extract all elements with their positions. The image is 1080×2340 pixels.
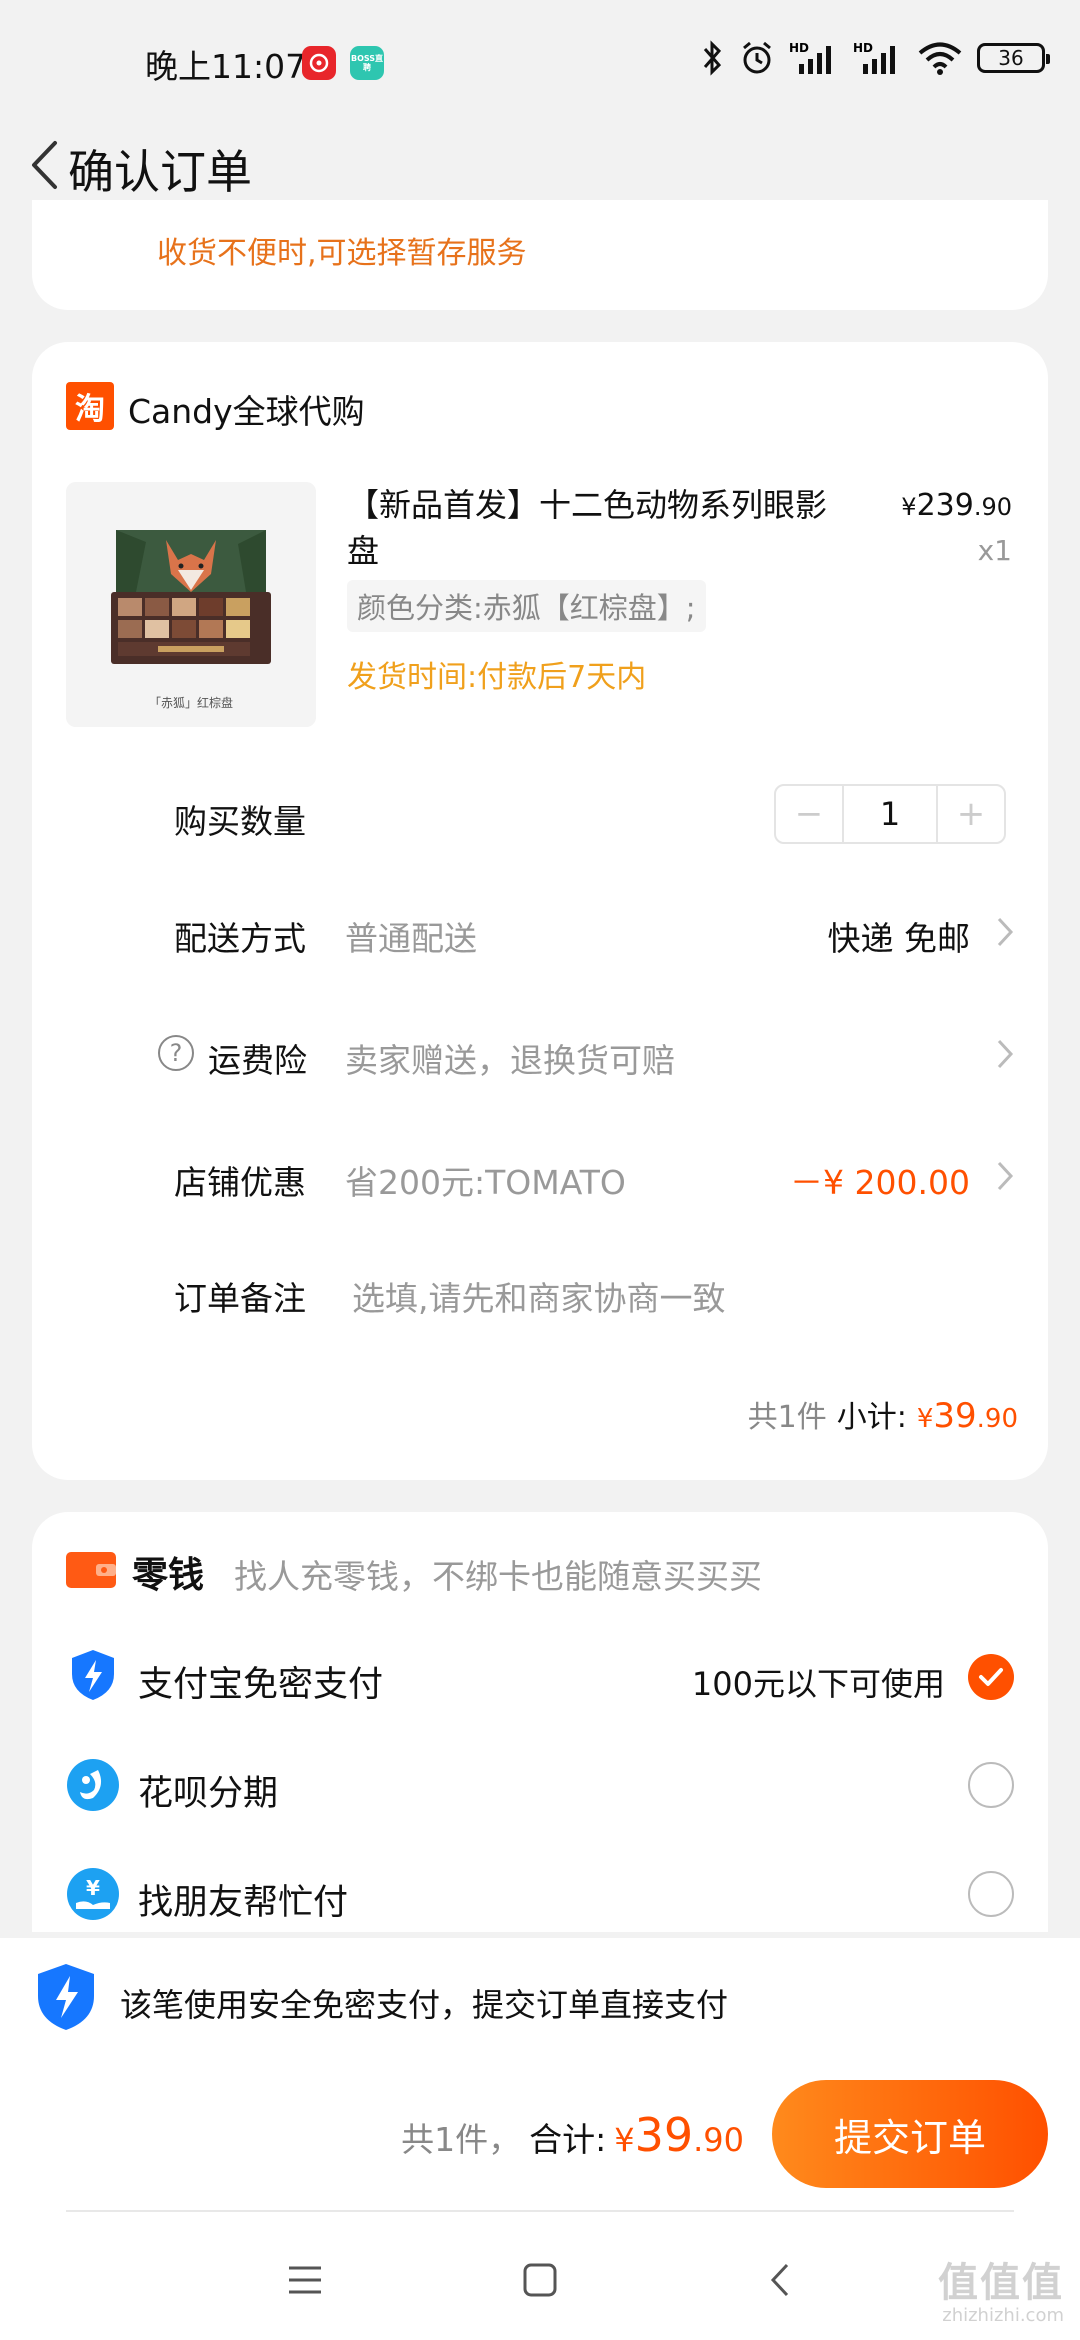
stepper-value[interactable]: 1	[842, 786, 938, 842]
delivery-method[interactable]: 快递 免邮	[828, 912, 971, 960]
total-area: 共1件， 合计: ¥39.90	[401, 2108, 744, 2162]
svg-text:¥: ¥	[86, 1876, 100, 1900]
battery-icon: 36	[977, 43, 1050, 73]
insurance-label: 运费险	[208, 1041, 307, 1080]
alarm-icon	[743, 41, 771, 74]
subtotal-price: ¥39.90	[916, 1396, 1018, 1436]
menu-icon[interactable]	[275, 2250, 335, 2310]
huabei-icon	[67, 1759, 119, 1811]
remark-input[interactable]: 选填,请先和商家协商一致	[352, 1272, 726, 1320]
signal-hd-2-icon: HD	[853, 41, 895, 74]
alipay-shield-icon	[72, 1650, 114, 1700]
status-bar: 晚上11:07 BOSS直聘 HD HD 36	[0, 0, 1080, 128]
insurance-value: 卖家赠送，退换货可赔	[345, 1041, 675, 1080]
divider	[66, 2210, 1014, 2212]
netease-music-icon	[302, 46, 336, 80]
chevron-right-icon[interactable]	[990, 912, 1020, 952]
bluetooth-icon	[703, 40, 722, 76]
pay-option-alipay-note: 100元以下可使用	[691, 1665, 945, 1703]
product-title[interactable]: 【新品首发】十二色动物系列眼影盘	[347, 482, 847, 574]
pay-option-huabei-label[interactable]: 花呗分期	[138, 1765, 278, 1816]
wallet-label[interactable]: 零钱	[132, 1546, 204, 1598]
product-image[interactable]: 「赤狐」红棕盘	[66, 482, 316, 727]
total-price: ¥39.90	[614, 2108, 744, 2162]
battery-level: 36	[998, 46, 1024, 70]
wallet-desc[interactable]: 找人充零钱，不绑卡也能随意买买买	[234, 1550, 762, 1598]
stepper-minus-button[interactable]: −	[776, 786, 842, 842]
subtotal-count: 共1件	[747, 1400, 827, 1435]
chevron-right-icon[interactable]	[990, 1156, 1020, 1196]
pay-option-huabei-radio[interactable]	[968, 1762, 1014, 1808]
total-count: 共1件，	[401, 2120, 522, 2159]
quantity-stepper[interactable]: − 1 +	[774, 784, 1006, 844]
pay-option-alipay-label[interactable]: 支付宝免密支付	[138, 1656, 383, 1707]
product-image-caption: 「赤狐」红棕盘	[148, 696, 233, 710]
delivery-value: 普通配送	[345, 919, 477, 958]
check-icon	[979, 1668, 1003, 1686]
help-icon[interactable]: ?	[158, 1035, 194, 1071]
quantity-label: 购买数量	[174, 802, 306, 841]
watermark-url: zhizhizhi.com	[942, 2305, 1064, 2326]
subtotal-label: 小计:	[836, 1400, 907, 1435]
subtotal: 共1件 小计: ¥39.90	[748, 1392, 1018, 1436]
shop-name[interactable]: Candy全球代购	[128, 385, 365, 433]
discount-label: 店铺优惠	[174, 1163, 306, 1202]
svg-text:HD: HD	[853, 41, 873, 55]
pay-option-friend-radio[interactable]	[968, 1871, 1014, 1917]
svg-text:HD: HD	[789, 41, 809, 55]
wallet-icon	[66, 1552, 116, 1588]
total-label: 合计:	[529, 2120, 607, 2159]
pay-option-friend-label[interactable]: 找朋友帮忙付	[138, 1874, 348, 1925]
discount-amount[interactable]: －¥ 200.00	[790, 1156, 970, 1204]
remark-label: 订单备注	[174, 1279, 306, 1318]
chevron-left-icon	[32, 141, 57, 189]
wifi-icon	[918, 42, 962, 75]
delivery-label: 配送方式	[174, 919, 306, 958]
product-ship-time: 发货时间:付款后7天内	[347, 660, 647, 695]
boss-app-icon: BOSS直聘	[350, 46, 384, 80]
watermark-logo: 值值值	[938, 2260, 1064, 2306]
security-shield-icon	[38, 1964, 94, 2030]
back-button[interactable]	[14, 130, 74, 200]
status-time: 晚上11:07	[145, 47, 307, 86]
system-back-icon[interactable]	[750, 2250, 810, 2310]
product-price: ¥239.90	[901, 488, 1012, 523]
security-text: 该笔使用安全免密支付，提交订单直接支付	[120, 1986, 729, 2024]
discount-value: 省200元:TOMATO	[345, 1163, 626, 1202]
signal-hd-1-icon: HD	[789, 41, 831, 74]
product-sku[interactable]: 颜色分类:赤狐【红棕盘】;	[347, 580, 706, 632]
status-icons: HD HD 36	[701, 40, 1050, 76]
pay-option-alipay-radio[interactable]	[968, 1654, 1014, 1700]
page-title: 确认订单	[68, 145, 252, 199]
home-icon[interactable]	[510, 2250, 570, 2310]
taobao-logo-icon: 淘	[66, 382, 114, 430]
friend-pay-icon: ¥	[67, 1868, 119, 1920]
stepper-plus-button[interactable]: +	[938, 786, 1004, 842]
chevron-right-icon[interactable]	[990, 1034, 1020, 1074]
submit-order-button[interactable]: 提交订单	[772, 2080, 1048, 2188]
notice-text[interactable]: 收货不便时,可选择暂存服务	[157, 228, 527, 272]
product-quantity: x1	[977, 534, 1012, 567]
